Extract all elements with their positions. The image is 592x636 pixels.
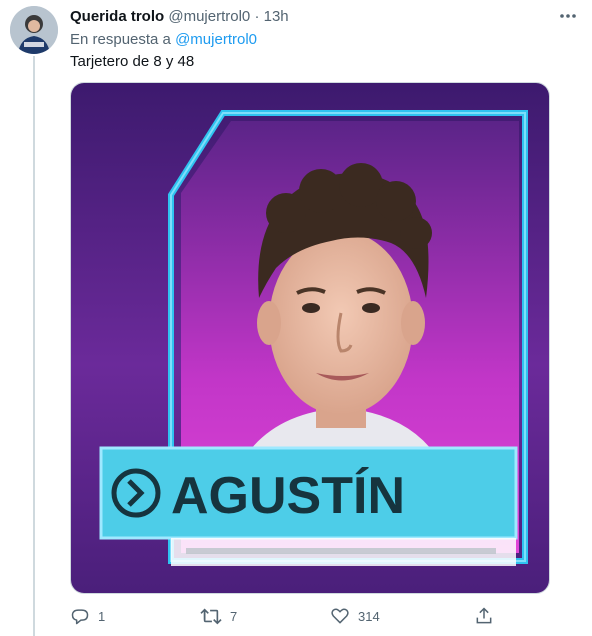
heart-icon bbox=[330, 606, 350, 626]
like-button[interactable]: 314 bbox=[330, 604, 380, 628]
author-handle[interactable]: @mujertrol0 bbox=[168, 8, 250, 25]
like-count: 314 bbox=[358, 608, 380, 624]
reply-button[interactable]: 1 bbox=[70, 604, 105, 628]
avatar[interactable] bbox=[10, 6, 58, 54]
card-name-text: AGUSTÍN bbox=[171, 467, 405, 525]
tweet-header: Querida trolo @mujertrol0 · 13h bbox=[70, 8, 289, 26]
more-icon[interactable] bbox=[556, 6, 580, 26]
separator-dot: · bbox=[254, 8, 260, 25]
tweet-time[interactable]: 13h bbox=[264, 8, 289, 25]
retweet-icon bbox=[200, 606, 222, 626]
author-name[interactable]: Querida trolo bbox=[70, 8, 164, 25]
retweet-count: 7 bbox=[230, 608, 238, 624]
share-button[interactable] bbox=[474, 604, 494, 628]
tweet-actions: 1 7 314 bbox=[70, 604, 510, 628]
reply-prefix: En respuesta a bbox=[70, 31, 171, 48]
reply-count: 1 bbox=[98, 608, 106, 624]
reply-icon bbox=[70, 606, 90, 626]
tweet-media-image[interactable]: AGUSTÍN bbox=[70, 82, 550, 594]
reply-context: En respuesta a @mujertrol0 bbox=[70, 31, 257, 49]
tweet-text: Tarjetero de 8 y 48 bbox=[70, 53, 195, 70]
reply-handle-link[interactable]: @mujertrol0 bbox=[175, 31, 257, 48]
share-icon bbox=[474, 606, 494, 626]
retweet-button[interactable]: 7 bbox=[200, 604, 237, 628]
thread-line bbox=[33, 56, 35, 636]
